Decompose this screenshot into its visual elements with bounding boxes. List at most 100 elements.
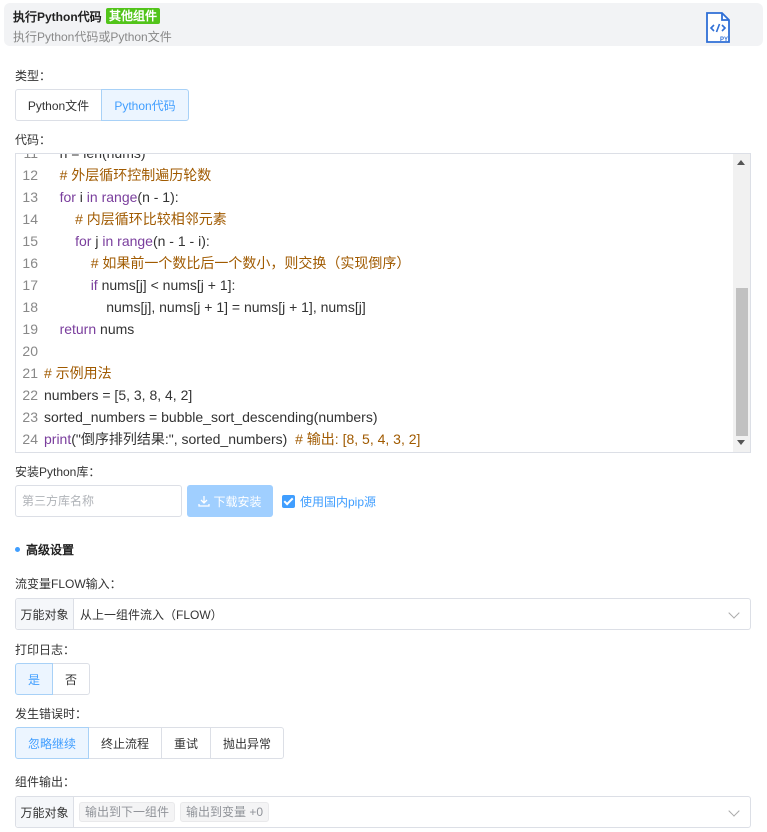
print-log-selector: 是 否 (15, 663, 90, 695)
line-number: 13 (22, 189, 38, 205)
code-line: 14 # 内层循环比较相邻元素 (16, 208, 734, 230)
code-line: 11 n = len(nums) (16, 153, 734, 164)
on-error-selector: 忽略继续 终止流程 重试 抛出异常 (15, 727, 284, 759)
output-tag: 输出到下一组件 (79, 802, 176, 822)
advanced-settings-title: 高级设置 (26, 543, 75, 557)
code-token: # 外层循环控制遍历轮数 (59, 167, 212, 183)
line-number: 23 (22, 409, 38, 425)
download-install-button[interactable]: 下载安装 (187, 485, 273, 517)
code-token: (n - 1): (137, 189, 179, 205)
code-token: in (86, 189, 98, 205)
python-file-icon: PY (706, 12, 730, 43)
line-number: 22 (22, 387, 38, 403)
line-number: 19 (22, 321, 38, 337)
on-error-label: 发生错误时： (15, 707, 88, 721)
output-select[interactable]: 万能对象 输出到下一组件 输出到变量 +0 (15, 796, 751, 828)
component-header: 执行Python代码 其他组件 执行Python代码或Python文件 PY (4, 3, 763, 46)
code-token: nums[j] < nums[j + 1]: (97, 277, 236, 293)
code-token: in (102, 233, 114, 249)
code-line: 21 # 示例用法 (16, 362, 734, 384)
component-subtitle: 执行Python代码或Python文件 (13, 30, 172, 44)
output-tag: 输出到变量 +0 (180, 802, 270, 822)
line-number: 12 (22, 167, 38, 183)
checkbox-checked-icon (282, 495, 295, 508)
output-label: 组件输出： (15, 775, 76, 789)
line-number: 14 (22, 211, 38, 227)
code-token: # 输出: [8, 5, 4, 3, 2] (295, 431, 421, 447)
print-log-option-yes[interactable]: 是 (15, 663, 53, 695)
download-icon (198, 496, 211, 507)
scroll-down-arrow-icon[interactable] (737, 440, 745, 445)
on-error-option-ignore[interactable]: 忽略继续 (15, 727, 89, 759)
code-line: 20 (16, 340, 734, 362)
code-token: for (75, 233, 92, 249)
code-editor[interactable]: 11 n = len(nums) 12 # 外层循环控制遍历轮数 13 for i … (15, 153, 751, 453)
line-number: 15 (22, 233, 38, 249)
code-line: 22 numbers = [5, 3, 8, 4, 2] (16, 384, 734, 406)
code-token: numbers = [5, 3, 8, 4, 2] (44, 387, 193, 403)
on-error-option-throw[interactable]: 抛出异常 (210, 727, 284, 759)
output-prefix: 万能对象 (16, 797, 74, 827)
type-selector: Python文件 Python代码 (15, 89, 189, 121)
code-token: ("倒序排列结果:", sorted_numbers) (71, 431, 296, 447)
code-token: nums (96, 321, 135, 337)
code-token: nums[j], nums[j + 1] = nums[j + 1], nums… (106, 299, 366, 315)
code-token: range (117, 233, 153, 249)
code-label: 代码： (15, 133, 52, 147)
print-log-label: 打印日志： (15, 643, 76, 657)
code-token: n = len(nums) (59, 153, 146, 161)
type-option-python-code[interactable]: Python代码 (101, 89, 189, 121)
component-title: 执行Python代码 (13, 10, 102, 24)
code-token: j (91, 233, 103, 249)
domestic-pip-checkbox[interactable]: 使用国内pip源 (282, 493, 376, 510)
download-install-label: 下载安装 (213, 494, 262, 509)
code-line: 24 print("倒序排列结果:", sorted_numbers) # 输出:… (16, 428, 734, 450)
on-error-option-stop[interactable]: 终止流程 (88, 727, 162, 759)
code-line: 18 nums[j], nums[j + 1] = nums[j + 1], n… (16, 296, 734, 318)
code-token: # 如果前一个数比后一个数小，则交换（实现倒序） (90, 255, 411, 271)
code-token: (n - 1 - i): (152, 233, 210, 249)
flow-input-label: 流变量FLOW输入： (15, 577, 122, 591)
library-name-input[interactable] (16, 486, 181, 516)
output-tags: 输出到下一组件 输出到变量 +0 (74, 802, 750, 822)
code-line: 16 # 如果前一个数比后一个数小，则交换（实现倒序） (16, 252, 734, 274)
code-line: 13 for i in range(n - 1): (16, 186, 734, 208)
install-label: 安装Python库： (15, 465, 101, 479)
scroll-up-arrow-icon[interactable] (737, 160, 745, 165)
library-name-input-wrapper (15, 485, 182, 517)
code-token: range (101, 189, 138, 205)
line-number: 21 (22, 365, 38, 381)
flow-input-value: 从上一组件流入（FLOW） (80, 607, 223, 622)
advanced-settings-heading: 高级设置 (15, 541, 74, 558)
domestic-pip-label: 使用国内pip源 (300, 495, 377, 509)
code-line: 15 for j in range(n - 1 - i): (16, 230, 734, 252)
code-lines: 11 n = len(nums) 12 # 外层循环控制遍历轮数 13 for i … (16, 153, 734, 450)
line-number: 11 (23, 153, 38, 161)
code-line: 19 return nums (16, 318, 734, 340)
code-token: sorted_numbers = bubble_sort_descending(… (44, 409, 378, 425)
type-option-python-file[interactable]: Python文件 (15, 89, 102, 121)
print-log-option-no[interactable]: 否 (52, 663, 90, 695)
svg-text:PY: PY (720, 37, 728, 43)
flow-input-prefix: 万能对象 (16, 599, 74, 629)
scrollbar-thumb[interactable] (736, 288, 748, 436)
code-token: print (44, 431, 72, 447)
category-badge: 其他组件 (106, 8, 161, 24)
flow-input-select[interactable]: 万能对象 从上一组件流入（FLOW） (15, 598, 751, 630)
on-error-option-retry[interactable]: 重试 (161, 727, 211, 759)
line-number: 16 (22, 255, 38, 271)
line-number: 17 (22, 277, 38, 293)
code-token: for (59, 189, 76, 205)
editor-scrollbar[interactable] (733, 154, 750, 452)
code-line: 23 sorted_numbers = bubble_sort_descendin… (16, 406, 734, 428)
line-number: 18 (22, 299, 38, 315)
type-label: 类型： (15, 69, 52, 83)
